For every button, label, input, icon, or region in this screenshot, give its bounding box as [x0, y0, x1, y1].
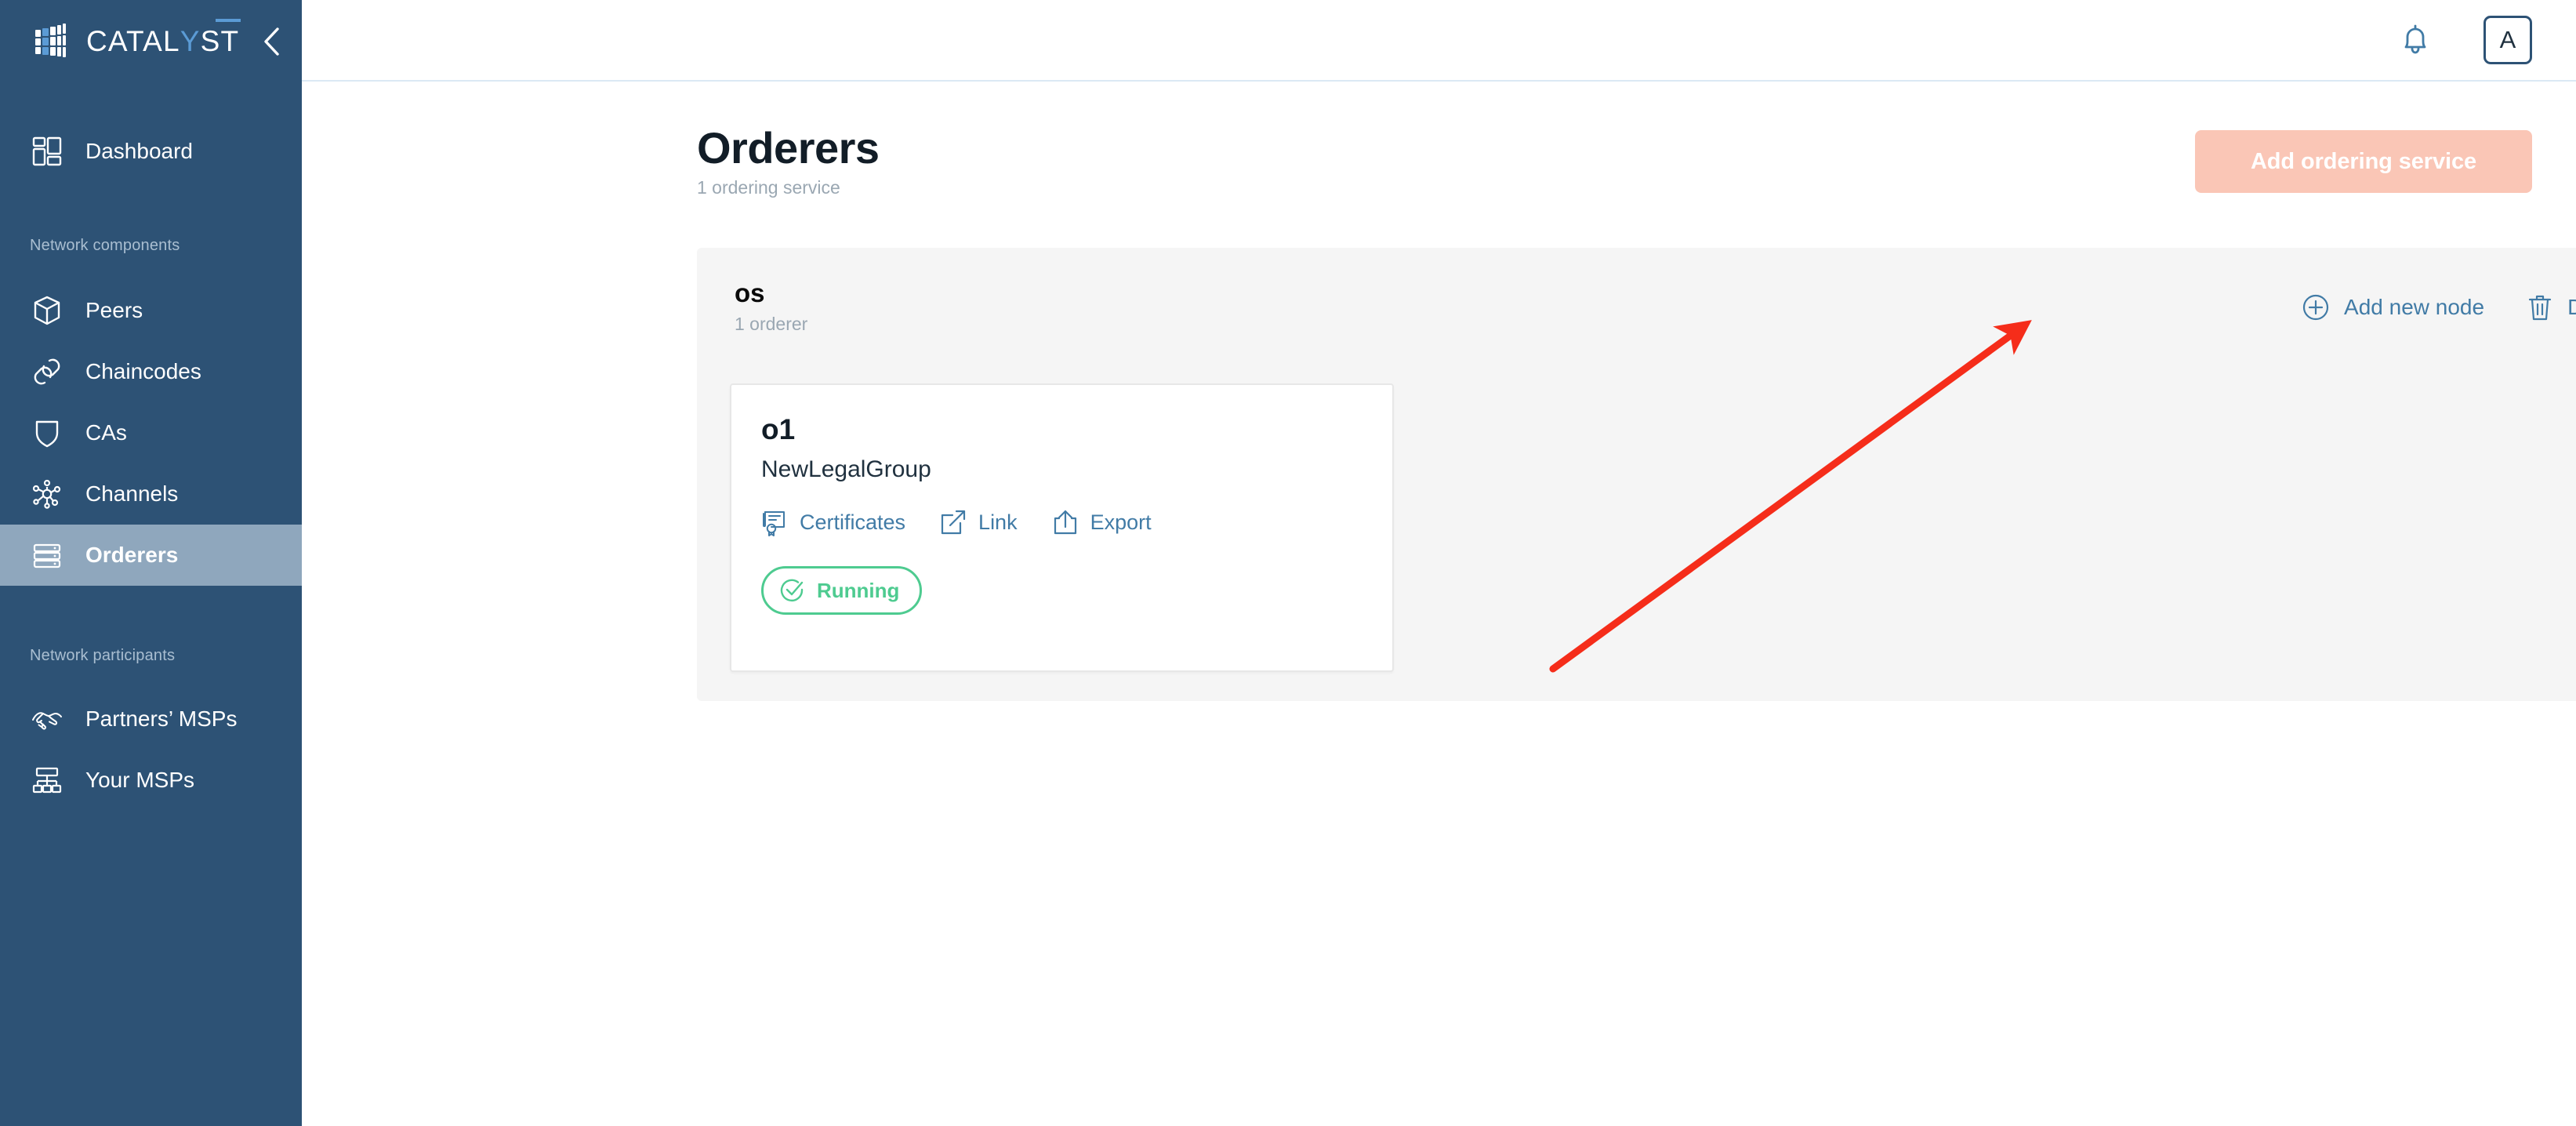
- sidebar-item-dashboard[interactable]: Dashboard: [0, 121, 302, 182]
- sidebar-section-network-components: Network components: [30, 237, 180, 254]
- sidebar-item-label: Peers: [85, 298, 143, 322]
- delete-ordering-service-button[interactable]: Delete ordering service: [2527, 293, 2576, 321]
- page-subtitle: 1 ordering service: [697, 177, 840, 198]
- sidebar-item-peers[interactable]: Peers: [0, 280, 302, 341]
- trash-icon: [2528, 295, 2552, 321]
- export-button[interactable]: Export: [1052, 509, 1152, 536]
- certificates-label: Certificates: [800, 510, 906, 534]
- notifications-button[interactable]: [2391, 16, 2440, 64]
- export-label: Export: [1090, 510, 1152, 534]
- dashboard-grid-icon: [30, 134, 64, 169]
- page-header-text: Orderers 1 ordering service: [697, 125, 880, 198]
- brand-wordmark: CATAL Y ST: [86, 18, 241, 57]
- sidebar: CATALYST Dashboard Network components: [0, 0, 302, 1126]
- link-button[interactable]: Link: [940, 509, 1018, 536]
- sidebar-item-label: Partners’ MSPs: [85, 706, 238, 731]
- export-upload-icon: [1054, 510, 1076, 535]
- page-title: Orderers: [697, 123, 880, 173]
- brand-text-2: Y: [180, 24, 201, 57]
- ordering-service-card: os 1 orderer Add new node D o1 NewLegalG…: [697, 248, 2576, 701]
- status-badge: Running: [761, 566, 923, 615]
- check-circle-icon: [780, 579, 804, 602]
- server-rack-icon: [30, 538, 64, 572]
- ordering-service-actions: Add new node Delete ordering service: [2302, 293, 2576, 321]
- chevron-left-icon: [264, 27, 279, 56]
- bell-icon: [2404, 24, 2426, 54]
- ordering-service-subtitle: 1 orderer: [735, 314, 808, 335]
- ordering-service-header: os 1 orderer Add new node D: [697, 248, 2576, 335]
- network-nodes-icon: [30, 477, 64, 511]
- link-label: Link: [978, 510, 1018, 534]
- page-header: Orderers 1 ordering service Add ordering…: [302, 82, 2576, 198]
- sidebar-item-cas[interactable]: CAs: [0, 402, 302, 463]
- avatar[interactable]: A: [2483, 16, 2532, 64]
- sidebar-collapse-button[interactable]: [252, 22, 292, 61]
- add-ordering-service-button[interactable]: Add ordering service: [2195, 130, 2532, 193]
- sidebar-item-label: Orderers: [85, 543, 179, 567]
- orderer-node-org: NewLegalGroup: [761, 456, 931, 482]
- orderer-node-card[interactable]: o1 NewLegalGroup Certificates Link Expor…: [730, 383, 1394, 672]
- delete-ordering-service-label: Delete ordering service: [2567, 295, 2576, 319]
- add-new-node-button[interactable]: Add new node: [2302, 293, 2484, 321]
- sidebar-item-label: Chaincodes: [85, 359, 201, 383]
- org-chart-icon: [30, 763, 64, 797]
- sidebar-item-channels[interactable]: Channels: [0, 463, 302, 525]
- brand-text-3: ST: [200, 18, 241, 57]
- sidebar-section-network-participants: Network participants: [30, 647, 176, 664]
- sidebar-item-orderers[interactable]: Orderers: [0, 525, 302, 586]
- sidebar-item-partners-msps[interactable]: Partners’ MSPs: [0, 688, 302, 750]
- certificate-icon: [763, 511, 785, 536]
- shield-icon: [30, 416, 64, 450]
- sidebar-item-label: Your MSPs: [85, 768, 195, 792]
- sidebar-item-chaincodes[interactable]: Chaincodes: [0, 341, 302, 402]
- topbar: A: [302, 0, 2576, 82]
- orderer-node-name: o1: [761, 413, 796, 445]
- brand-text-1: CATAL: [86, 24, 180, 57]
- orderer-node-links: Certificates Link Export: [761, 508, 1361, 536]
- ordering-service-identity: os 1 orderer: [735, 278, 808, 335]
- avatar-initial: A: [2499, 26, 2516, 53]
- external-link-icon: [941, 510, 966, 535]
- plus-circle-icon: [2302, 294, 2329, 321]
- sidebar-item-label: Dashboard: [85, 139, 193, 163]
- brand[interactable]: CATAL Y ST: [0, 0, 302, 82]
- sidebar-item-your-msps[interactable]: Your MSPs: [0, 750, 302, 811]
- add-new-node-label: Add new node: [2344, 295, 2485, 319]
- cube-icon: [30, 293, 64, 328]
- status-label: Running: [817, 578, 900, 602]
- certificates-button[interactable]: Certificates: [761, 508, 905, 536]
- main-content: A Orderers 1 ordering service Add orderi…: [302, 0, 2576, 1126]
- handshake-icon: [30, 702, 64, 736]
- sidebar-item-label: CAs: [85, 420, 127, 445]
- ordering-service-name: os: [735, 278, 765, 307]
- chain-link-icon: [30, 354, 64, 389]
- app-root: CATALYST Dashboard Network components: [0, 0, 2576, 1126]
- cube-grid-logo-icon: [35, 24, 66, 57]
- sidebar-item-label: Channels: [85, 481, 179, 506]
